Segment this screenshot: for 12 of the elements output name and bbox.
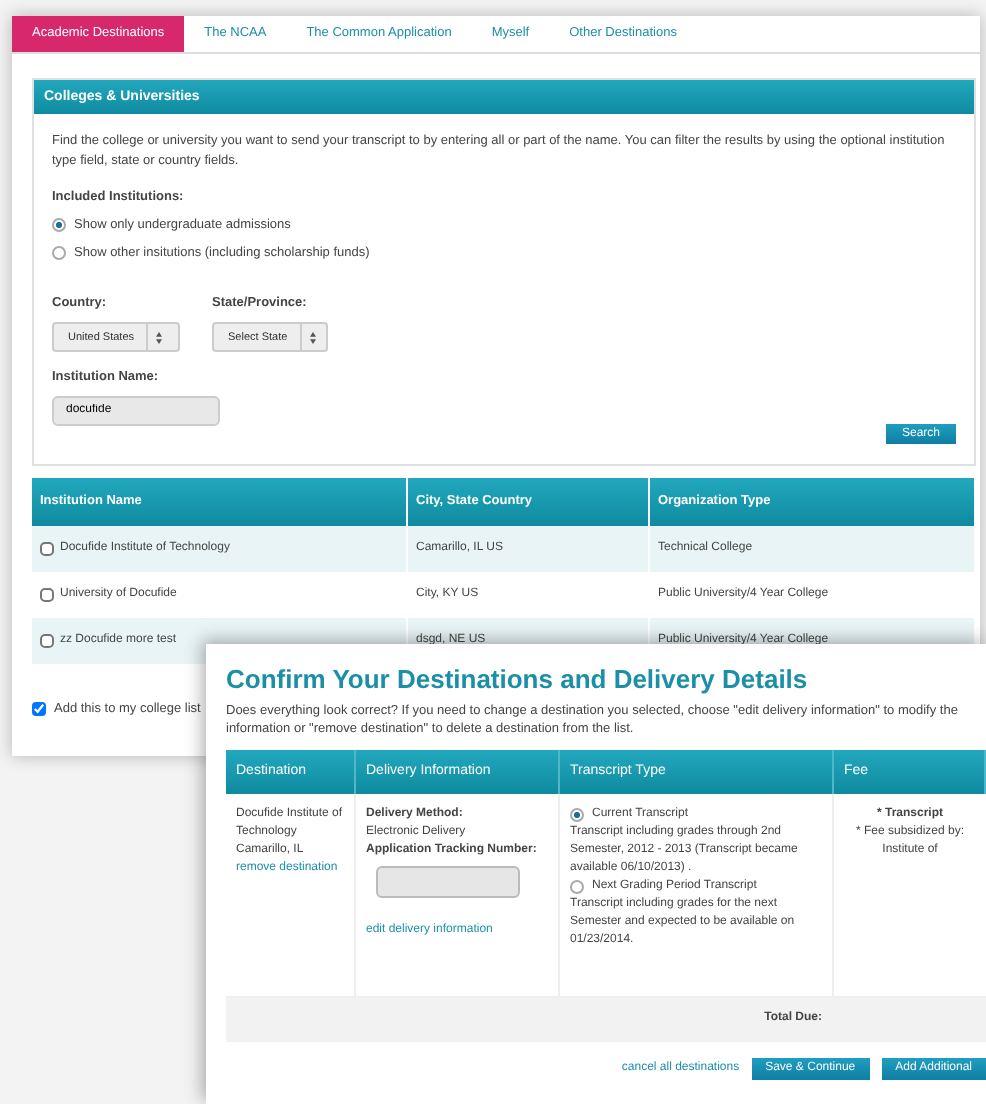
updown-arrow-icon	[156, 331, 163, 344]
checkbox[interactable]	[40, 633, 54, 648]
checkbox[interactable]	[40, 587, 54, 602]
updown-arrow-icon	[309, 331, 316, 344]
dialog-title: Confirm Your Destinations and Delivery Details	[226, 664, 810, 696]
radio-button[interactable]	[570, 879, 584, 894]
checkbox[interactable]	[32, 702, 46, 717]
checkbox[interactable]	[40, 541, 54, 556]
radio-button[interactable]	[570, 807, 584, 822]
radio-button[interactable]	[52, 246, 66, 260]
input-field[interactable]	[376, 865, 520, 898]
radio-button[interactable]	[52, 218, 66, 233]
